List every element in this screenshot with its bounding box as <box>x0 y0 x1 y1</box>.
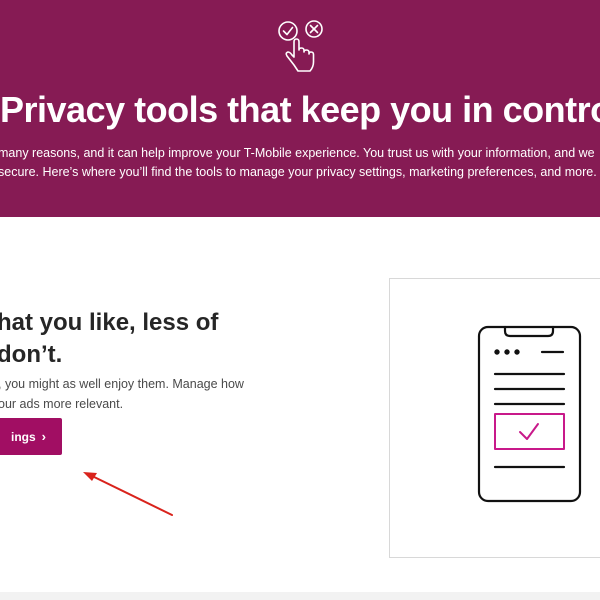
illustration-card <box>389 278 600 558</box>
feature-description: , you might as well enjoy them. Manage h… <box>0 374 244 414</box>
feature-title-line: don’t. <box>0 341 63 368</box>
page-title: Privacy tools that keep you in control. <box>0 89 600 130</box>
feature-title-line: hat you like, less of <box>0 309 219 336</box>
hero-description: many reasons, and it can help improve yo… <box>0 144 600 182</box>
red-arrow-annotation <box>83 472 173 516</box>
footer-strip <box>0 592 600 600</box>
ad-settings-button-label: ings <box>10 429 36 444</box>
hero-description-line: many reasons, and it can help improve yo… <box>0 146 595 160</box>
ad-settings-button[interactable]: ings › <box>0 418 62 455</box>
hero-description-line: secure. Here’s where you’ll find the too… <box>0 165 597 179</box>
feature-title: hat you like, less of don’t. <box>0 307 218 371</box>
privacy-hero: Privacy tools that keep you in control. … <box>0 0 600 217</box>
feature-description-line: , you might as well enjoy them. Manage h… <box>0 377 244 391</box>
feature-description-line: our ads more relevant. <box>0 397 124 411</box>
phone-checkbox-illustration <box>477 325 582 503</box>
chevron-right-icon: › <box>41 429 46 444</box>
check-x-hand-icon <box>278 20 323 72</box>
